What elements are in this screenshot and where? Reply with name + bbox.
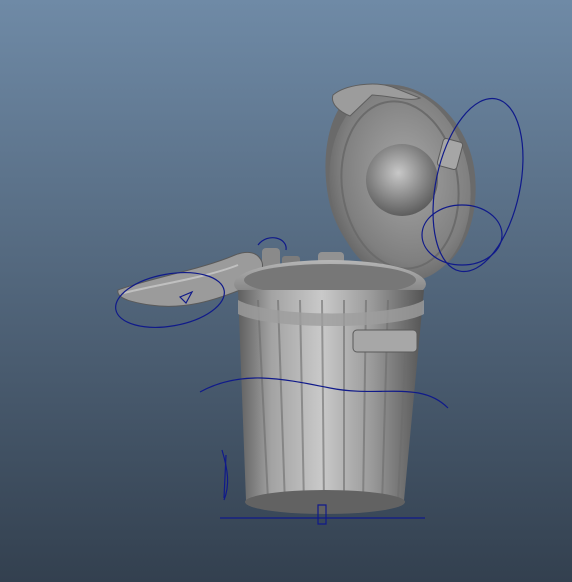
3d-viewport[interactable] [0,0,572,582]
can-side-handle[interactable] [352,329,418,353]
can-body[interactable] [238,290,424,514]
lid-knob[interactable] [366,144,438,216]
viewport-scene[interactable] [0,0,572,582]
